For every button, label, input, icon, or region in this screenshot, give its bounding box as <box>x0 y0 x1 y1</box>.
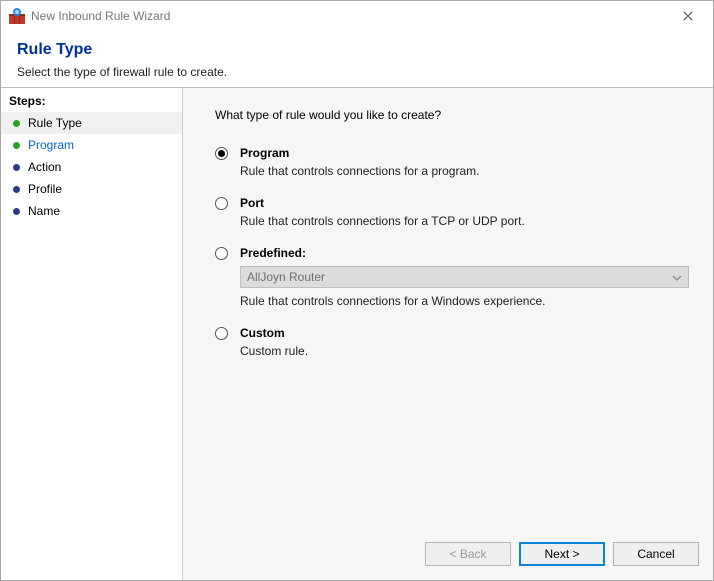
chevron-down-icon <box>672 270 682 284</box>
predefined-select: AllJoyn Router <box>240 266 689 288</box>
main-inner: What type of rule would you like to crea… <box>183 88 713 528</box>
option-text: Custom Custom rule. <box>240 326 689 358</box>
option-title: Custom <box>240 326 689 340</box>
option-text: Program Rule that controls connections f… <box>240 146 689 178</box>
option-title: Port <box>240 196 689 210</box>
wizard-window: New Inbound Rule Wizard Rule Type Select… <box>0 0 714 581</box>
option-predefined[interactable]: Predefined: AllJoyn Router Rule that con… <box>215 246 689 308</box>
step-bullet-icon <box>13 142 20 149</box>
predefined-select-value: AllJoyn Router <box>247 270 325 284</box>
step-program[interactable]: Program <box>1 134 182 156</box>
option-custom[interactable]: Custom Custom rule. <box>215 326 689 358</box>
step-label: Rule Type <box>28 116 82 130</box>
step-action[interactable]: Action <box>1 156 182 178</box>
steps-sidebar: Steps: Rule Type Program Action Profile … <box>1 88 183 580</box>
next-button[interactable]: Next > <box>519 542 605 566</box>
option-sub: Rule that controls connections for a TCP… <box>240 214 689 228</box>
question-text: What type of rule would you like to crea… <box>215 108 689 122</box>
step-bullet-icon <box>13 186 20 193</box>
option-title: Program <box>240 146 689 160</box>
step-bullet-icon <box>13 120 20 127</box>
step-label: Name <box>28 204 60 218</box>
page-description: Select the type of firewall rule to crea… <box>17 65 697 79</box>
radio-program[interactable] <box>215 147 228 160</box>
close-button[interactable] <box>667 1 709 31</box>
step-label: Action <box>28 160 61 174</box>
step-rule-type[interactable]: Rule Type <box>1 112 182 134</box>
option-port[interactable]: Port Rule that controls connections for … <box>215 196 689 228</box>
step-name[interactable]: Name <box>1 200 182 222</box>
titlebar: New Inbound Rule Wizard <box>1 1 713 31</box>
page-title: Rule Type <box>17 41 697 59</box>
option-program[interactable]: Program Rule that controls connections f… <box>215 146 689 178</box>
body: Steps: Rule Type Program Action Profile … <box>1 87 713 580</box>
main-panel: What type of rule would you like to crea… <box>183 88 713 580</box>
step-bullet-icon <box>13 164 20 171</box>
footer: < Back Next > Cancel <box>183 528 713 580</box>
step-label: Program <box>28 138 74 152</box>
radio-port[interactable] <box>215 197 228 210</box>
option-sub: Rule that controls connections for a Win… <box>240 294 689 308</box>
option-sub: Rule that controls connections for a pro… <box>240 164 689 178</box>
option-sub: Custom rule. <box>240 344 689 358</box>
option-text: Port Rule that controls connections for … <box>240 196 689 228</box>
cancel-button[interactable]: Cancel <box>613 542 699 566</box>
steps-header: Steps: <box>1 88 182 112</box>
step-bullet-icon <box>13 208 20 215</box>
radio-predefined[interactable] <box>215 247 228 260</box>
option-text: Predefined: AllJoyn Router Rule that con… <box>240 246 689 308</box>
radio-custom[interactable] <box>215 327 228 340</box>
step-profile[interactable]: Profile <box>1 178 182 200</box>
step-label: Profile <box>28 182 62 196</box>
window-title: New Inbound Rule Wizard <box>31 9 667 23</box>
firewall-icon <box>9 8 25 24</box>
option-title: Predefined: <box>240 246 689 260</box>
back-button: < Back <box>425 542 511 566</box>
page-header: Rule Type Select the type of firewall ru… <box>1 31 713 87</box>
